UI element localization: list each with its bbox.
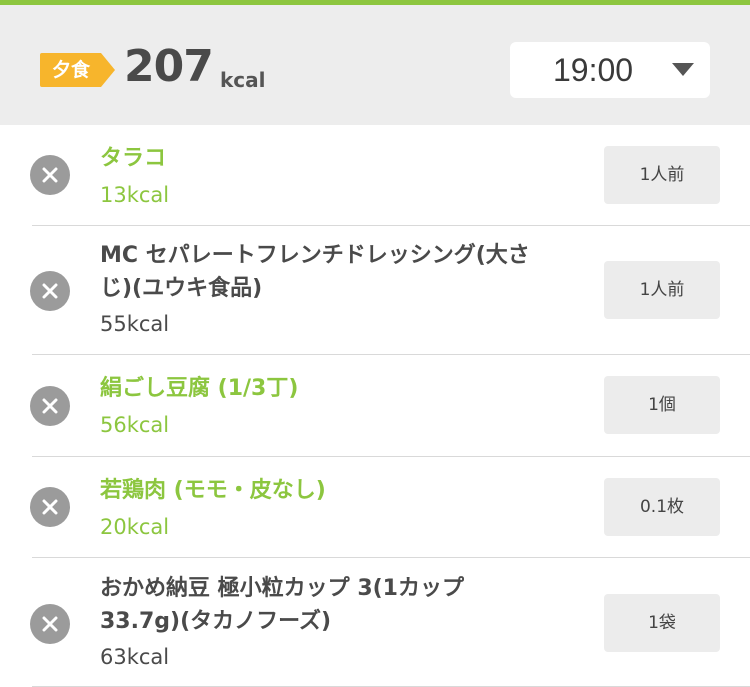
portion-button[interactable]: 1個 (604, 376, 720, 434)
food-calories: 55kcal (100, 312, 170, 336)
time-value: 19:00 (553, 52, 634, 88)
food-row: 絹ごし豆腐 (1/3丁) 56kcal 1個 (30, 355, 750, 457)
calorie-unit: kcal (220, 68, 266, 92)
food-row: 若鶏肉 (モモ・皮なし) 20kcal 0.1枚 (30, 457, 750, 558)
food-row: タラコ 13kcal 1人前 (30, 125, 750, 226)
remove-item-button[interactable] (30, 604, 70, 644)
close-icon (42, 499, 58, 515)
total-calories: 207 (124, 41, 214, 92)
meal-type-badge: 夕食 (40, 53, 115, 87)
meal-type-label: 夕食 (51, 59, 90, 81)
remove-item-button[interactable] (30, 487, 70, 527)
food-calories: 63kcal (100, 645, 170, 669)
meal-header: 夕食 207 kcal 19:00 (0, 5, 750, 125)
food-name: おかめ納豆 極小粒カップ 3(1カップ33.7g)(タカノフーズ) (100, 576, 464, 634)
food-list: タラコ 13kcal 1人前 MC セパレートフレンチドレッシング(大さじ)(ユ… (0, 125, 750, 687)
food-row: おかめ納豆 極小粒カップ 3(1カップ33.7g)(タカノフーズ) 63kcal… (30, 558, 750, 687)
portion-button[interactable]: 0.1枚 (604, 478, 720, 536)
portion-button[interactable]: 1人前 (604, 146, 720, 204)
close-icon (42, 398, 58, 414)
food-calories: 13kcal (100, 183, 170, 207)
food-calories: 56kcal (100, 413, 170, 437)
close-icon (42, 616, 58, 632)
food-calories: 20kcal (100, 515, 170, 539)
food-name[interactable]: 若鶏肉 (モモ・皮なし) (100, 474, 530, 507)
chevron-down-icon (672, 63, 694, 76)
time-select[interactable]: 19:00 (510, 42, 710, 98)
portion-button[interactable]: 1袋 (604, 594, 720, 652)
food-row: MC セパレートフレンチドレッシング(大さじ)(ユウキ食品) 55kcal 1人… (30, 226, 750, 355)
close-icon (42, 167, 58, 183)
close-icon (42, 283, 58, 299)
food-name[interactable]: タラコ (100, 142, 530, 175)
remove-item-button[interactable] (30, 386, 70, 426)
food-name[interactable]: 絹ごし豆腐 (1/3丁) (100, 372, 530, 405)
remove-item-button[interactable] (30, 155, 70, 195)
food-name: MC セパレートフレンチドレッシング(大さじ)(ユウキ食品) (100, 243, 530, 301)
portion-button[interactable]: 1人前 (604, 261, 720, 319)
remove-item-button[interactable] (30, 271, 70, 311)
